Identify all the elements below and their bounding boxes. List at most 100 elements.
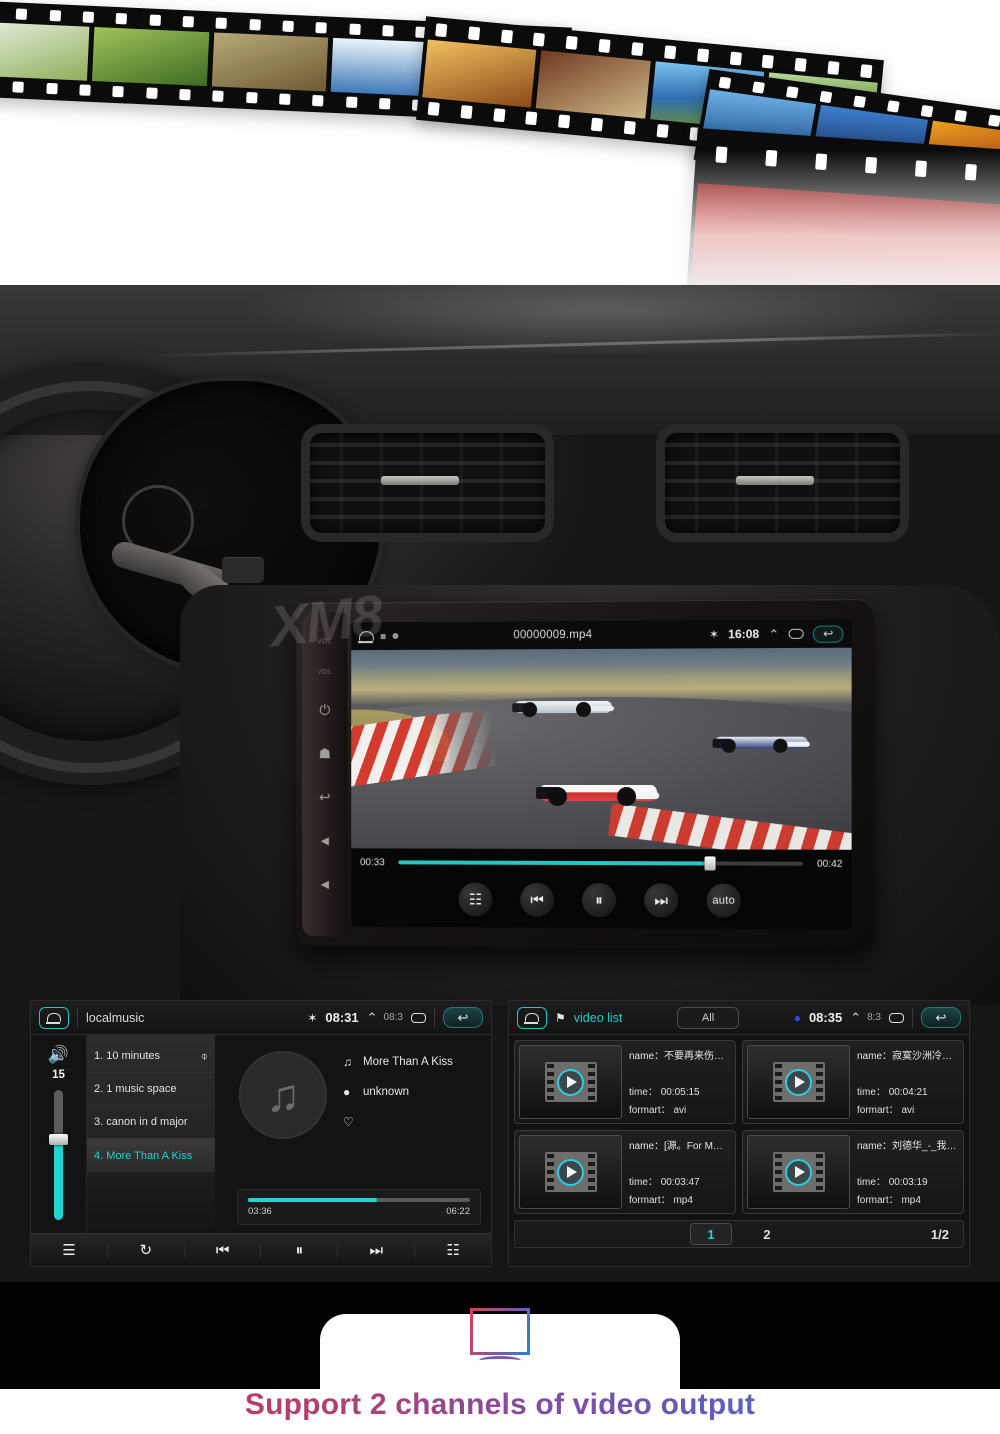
volume-control: 🔊 15 [31, 1035, 87, 1233]
video-name: name：[源。For M… [629, 1141, 723, 1152]
play-icon[interactable] [785, 1158, 812, 1186]
trip-button[interactable] [222, 557, 264, 583]
pause-button[interactable]: ⏸ [261, 1243, 339, 1258]
home-icon[interactable] [359, 631, 374, 642]
track-label: 4. More Than A Kiss [94, 1149, 193, 1162]
list-item[interactable]: 3. canon in d major [87, 1106, 215, 1139]
music-progress: 03:36 06:22 [237, 1189, 481, 1225]
video-status-bar: ⚑ video list All ● 08:35 ⌃ 8:3 ↩ [509, 1001, 969, 1035]
vent-knob[interactable] [735, 476, 814, 485]
recents-icon[interactable] [889, 1012, 904, 1023]
video-playback-area[interactable] [351, 647, 852, 850]
seek-row: 00:33 00:42 [351, 854, 851, 872]
monitor-icon [470, 1308, 530, 1362]
back-icon[interactable]: ↩ [443, 1007, 483, 1028]
duration-time: 00:42 [816, 858, 843, 870]
volume-icon[interactable]: 🔊 [48, 1045, 69, 1065]
next-button[interactable]: ⏭ [338, 1243, 416, 1258]
secondary-clock: 8:3 [867, 1012, 881, 1023]
back-icon[interactable]: ↩ [921, 1007, 961, 1028]
music-player-panel: localmusic ✶ 08:31 ⌃ 08:3 ↩ 🔊 15 1. 10 m… [30, 1000, 492, 1267]
chevron-up-icon[interactable]: ⌃ [768, 626, 779, 641]
seek-next-icon[interactable]: ◄ [315, 874, 335, 894]
video-card[interactable]: name：[源。For M… time： 00:03:47 formart： m… [514, 1130, 736, 1214]
video-thumbnail[interactable] [519, 1135, 622, 1209]
film-icon [544, 1152, 597, 1192]
video-thumbnail[interactable] [519, 1045, 622, 1119]
page-button-1[interactable]: 1 [690, 1223, 732, 1245]
filter-dropdown[interactable]: All [677, 1006, 740, 1029]
perforation-row [695, 141, 1000, 191]
list-item-active[interactable]: 4. More Than A Kiss [87, 1139, 215, 1172]
play-circle-icon[interactable]: ⌽ [201, 1049, 208, 1064]
repeat-button[interactable]: ↻ [108, 1243, 185, 1258]
video-card[interactable]: name：不要再来伤… time： 00:05:15 formart： avi [514, 1040, 736, 1124]
progress-bar[interactable] [248, 1198, 470, 1202]
album-art-placeholder: ♫ [239, 1051, 327, 1139]
clock: 16:08 [728, 626, 760, 642]
volume-slider-handle[interactable] [49, 1133, 68, 1145]
page-count: 1/2 [930, 1226, 949, 1242]
home-icon[interactable] [39, 1006, 69, 1029]
video-thumbnail[interactable] [747, 1045, 850, 1119]
play-icon[interactable] [557, 1158, 584, 1186]
clock: 08:31 [325, 1010, 359, 1025]
seek-handle[interactable] [704, 856, 716, 871]
film-icon [772, 1062, 825, 1102]
previous-button[interactable]: ⏮ [520, 882, 555, 917]
chevron-up-icon[interactable]: ⌃ [850, 1011, 861, 1024]
play-icon[interactable] [557, 1068, 584, 1096]
list-item[interactable]: 1. 10 minutes ⌽ [87, 1040, 215, 1073]
chevron-up-icon[interactable]: ⌃ [367, 1011, 378, 1024]
recents-icon[interactable] [788, 628, 804, 639]
music-note-icon: ♫ [343, 1055, 352, 1069]
equalizer-button[interactable]: ☷ [415, 1243, 491, 1258]
seek-prev-icon[interactable]: ◄ [315, 830, 335, 850]
square-icon [380, 633, 386, 639]
track-label: 2. 1 music space [94, 1083, 177, 1095]
equalizer-button[interactable]: ☷ [458, 882, 493, 917]
power-icon[interactable]: ⏻ [315, 700, 335, 720]
volume-down-icon[interactable]: VOL [317, 669, 332, 676]
list-item[interactable]: 2. 1 music space [87, 1073, 215, 1106]
person-icon: ● [343, 1085, 351, 1099]
video-card[interactable]: name：刘德华_-_我… time： 00:03:19 formart： mp… [742, 1130, 964, 1214]
heart-outline-icon[interactable]: ♡ [343, 1115, 356, 1129]
bluetooth-icon: ● [793, 1010, 801, 1025]
previous-button[interactable]: ⏮ [185, 1243, 262, 1258]
video-time: time： 00:03:19 [857, 1177, 928, 1188]
track-artist-row: ● unknown [343, 1085, 453, 1099]
car-head-unit: VOL VOL ⏻ ☗ ↩ ◄ ◄ 00000009.mp4 ✶ 16:08 ⌃… [267, 583, 875, 950]
play-icon[interactable] [785, 1068, 812, 1096]
pagination: 1 2 1/2 [514, 1220, 964, 1248]
back-icon[interactable]: ↩ [812, 624, 844, 643]
video-name: name：不要再来伤… [629, 1051, 725, 1062]
transport-buttons: ☷ ⏮ ⏸ ⏭ auto [351, 876, 851, 924]
video-thumbnail[interactable] [747, 1135, 850, 1209]
race-car [512, 693, 615, 719]
home-icon[interactable] [517, 1006, 547, 1029]
favorite-row[interactable]: ♡ [343, 1115, 453, 1129]
video-format: formart： avi [857, 1105, 915, 1116]
auto-button[interactable]: auto [706, 883, 741, 918]
back-icon[interactable]: ↩ [315, 787, 335, 807]
video-format: formart： avi [629, 1105, 687, 1116]
vent-knob[interactable] [380, 476, 459, 485]
flag-icon: ⚑ [555, 1010, 566, 1025]
track-artist: unknown [363, 1086, 410, 1098]
pause-button[interactable]: ⏸ [582, 883, 617, 918]
seek-bar[interactable] [398, 856, 803, 871]
next-button[interactable]: ⏭ [644, 883, 679, 918]
secondary-clock: 08:3 [383, 1012, 403, 1023]
volume-up-icon[interactable]: VOL [317, 638, 332, 645]
home-icon[interactable]: ☗ [315, 743, 335, 763]
volume-slider[interactable] [49, 1090, 68, 1220]
playlist[interactable]: 1. 10 minutes ⌽ 2. 1 music space 3. cano… [87, 1035, 215, 1233]
video-card[interactable]: name：寂寞沙洲冷… time： 00:04:21 formart： avi [742, 1040, 964, 1124]
page-button-2[interactable]: 2 [746, 1223, 788, 1245]
head-unit-side-buttons: VOL VOL ⏻ ☗ ↩ ◄ ◄ [302, 612, 348, 937]
recents-icon[interactable] [411, 1012, 426, 1023]
playlist-button[interactable]: ☰ [31, 1243, 108, 1258]
music-status-bar: localmusic ✶ 08:31 ⌃ 08:3 ↩ [31, 1001, 491, 1035]
app-title: video list [573, 1010, 623, 1025]
